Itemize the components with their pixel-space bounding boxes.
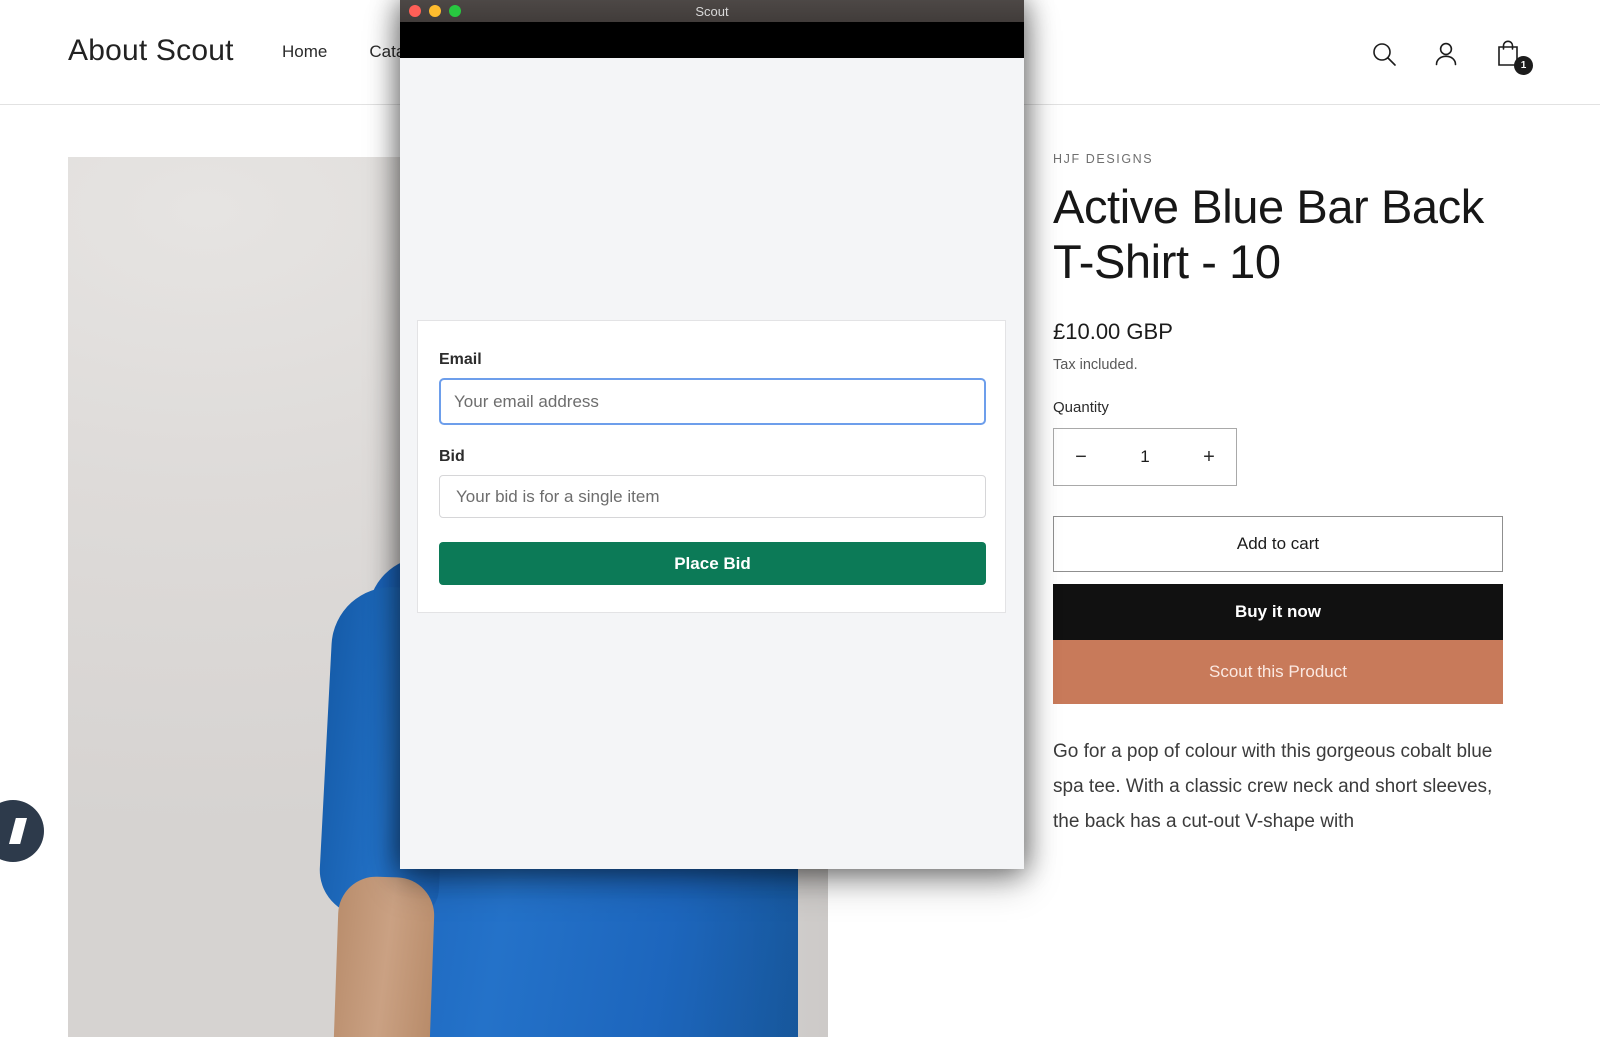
email-input[interactable] bbox=[439, 378, 986, 425]
product-description: Go for a pop of colour with this gorgeou… bbox=[1053, 734, 1508, 839]
quantity-increase-button[interactable]: + bbox=[1182, 429, 1236, 485]
window-toolbar bbox=[400, 22, 1024, 58]
cart-count-badge: 1 bbox=[1514, 56, 1533, 75]
quantity-label: Quantity bbox=[1053, 399, 1523, 416]
email-field-label: Email bbox=[439, 351, 984, 369]
widget-glyph bbox=[9, 818, 27, 844]
close-window-button[interactable] bbox=[409, 5, 421, 17]
add-to-cart-button[interactable]: Add to cart bbox=[1053, 516, 1503, 572]
shopping-bag-icon[interactable]: 1 bbox=[1490, 36, 1526, 72]
quantity-stepper[interactable]: − 1 + bbox=[1053, 428, 1237, 486]
quantity-value: 1 bbox=[1140, 447, 1149, 467]
nav-link-home[interactable]: Home bbox=[282, 42, 327, 62]
bid-input[interactable] bbox=[439, 475, 986, 518]
window-title: Scout bbox=[400, 4, 1024, 19]
quantity-decrease-button[interactable]: − bbox=[1054, 429, 1108, 485]
header-actions: 1 bbox=[1366, 36, 1526, 72]
zoom-window-button[interactable] bbox=[449, 5, 461, 17]
traffic-lights bbox=[409, 5, 461, 17]
floating-widget-icon[interactable] bbox=[0, 800, 44, 862]
bid-field-label: Bid bbox=[439, 448, 984, 466]
primary-nav: Home Cata bbox=[282, 42, 405, 62]
buy-it-now-button[interactable]: Buy it now bbox=[1053, 584, 1503, 640]
window-titlebar[interactable]: Scout bbox=[400, 0, 1024, 22]
scout-this-product-button[interactable]: Scout this Product bbox=[1053, 640, 1503, 704]
account-icon[interactable] bbox=[1428, 36, 1464, 72]
product-vendor: HJF DESIGNS bbox=[1053, 152, 1523, 166]
bid-form-card: Email Bid Place Bid bbox=[417, 320, 1006, 613]
product-price: £10.00 GBP bbox=[1053, 319, 1523, 345]
place-bid-button[interactable]: Place Bid bbox=[439, 542, 986, 585]
window-content: Email Bid Place Bid bbox=[400, 58, 1024, 869]
product-info-panel: HJF DESIGNS Active Blue Bar Back T-Shirt… bbox=[1053, 152, 1523, 839]
scout-app-window: Scout Email Bid Place Bid bbox=[400, 0, 1024, 869]
brand-logo[interactable]: About Scout bbox=[68, 34, 234, 68]
tax-note: Tax included. bbox=[1053, 357, 1523, 373]
search-icon[interactable] bbox=[1366, 36, 1402, 72]
product-title: Active Blue Bar Back T-Shirt - 10 bbox=[1053, 180, 1523, 289]
minimize-window-button[interactable] bbox=[429, 5, 441, 17]
